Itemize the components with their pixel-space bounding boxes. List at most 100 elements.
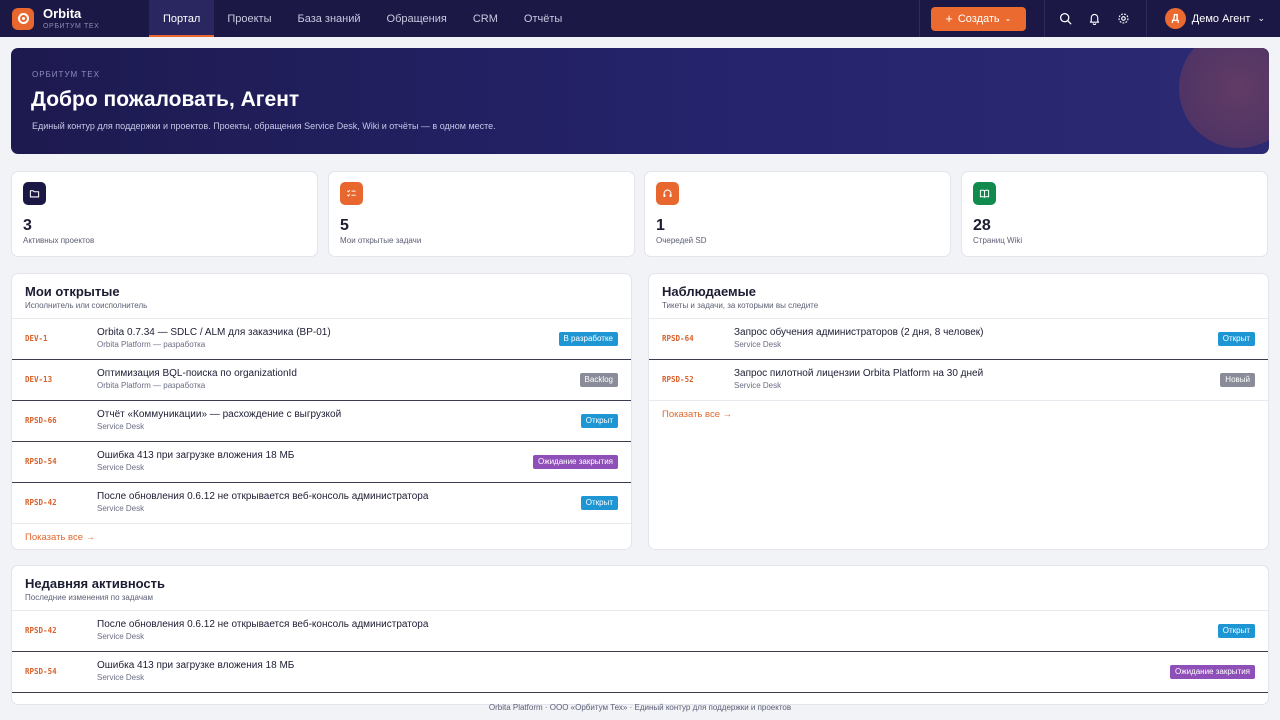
issue-key[interactable]: DEV-1 [25, 334, 48, 343]
issue-project: Service Desk [734, 381, 782, 390]
chevron-down-icon: ⌄ [1004, 14, 1012, 23]
stat-card-sd-queues[interactable]: 1 Очередей SD [644, 171, 951, 257]
search-button[interactable] [1051, 0, 1080, 37]
stat-label: Очередей SD [656, 236, 707, 245]
issue-key[interactable]: RPSD-42 [25, 498, 57, 507]
panel-subtitle: Последние изменения по задачам [25, 593, 153, 602]
brand[interactable]: Orbita ОРБИТУМ ТЕХ [0, 0, 149, 37]
divider [1145, 0, 1147, 37]
issue-project: Service Desk [97, 504, 145, 513]
table-row[interactable]: RPSD-54 Ошибка 413 при загрузке вложения… [12, 442, 631, 483]
divider [1043, 0, 1045, 37]
panel-subtitle: Тикеты и задачи, за которыми вы следите [662, 301, 819, 310]
issue-project: Service Desk [97, 632, 145, 641]
headset-icon [656, 182, 679, 205]
issue-project: Service Desk [97, 422, 145, 431]
issue-title[interactable]: Запрос обучения администраторов (2 дня, … [734, 327, 984, 338]
nav-item-projects[interactable]: Проекты [214, 0, 284, 37]
footer-text: Orbita Platform · ООО «Орбитум Тех» · Ед… [488, 703, 792, 712]
stat-label: Страниц Wiki [973, 236, 1023, 245]
banner-description: Единый контур для поддержки и проектов. … [32, 121, 496, 131]
issue-title[interactable]: Orbita 0.7.34 — SDLC / ALM для заказчика… [97, 327, 331, 338]
watched-panel: Наблюдаемые Тикеты и задачи, за которыми… [648, 273, 1269, 550]
my-open-panel: Мои открытые Исполнитель или соисполните… [11, 273, 632, 550]
show-all-link[interactable]: Показать все → [649, 401, 1268, 428]
issue-title[interactable]: Отчёт «Коммуникации» — расхождение с выг… [97, 409, 341, 420]
book-icon [973, 182, 996, 205]
status-badge: Открыт [1217, 624, 1255, 638]
issue-title[interactable]: После обновления 0.6.12 не открывается в… [97, 491, 428, 502]
user-name: Демо Агент [1191, 12, 1251, 25]
table-row[interactable]: RPSD-64 Запрос обучения администраторов … [649, 319, 1268, 360]
issue-key[interactable]: RPSD-66 [25, 416, 57, 425]
folder-icon [23, 182, 46, 205]
panel-title: Наблюдаемые [662, 284, 757, 299]
settings-button[interactable] [1109, 0, 1138, 37]
stat-value: 1 [656, 217, 665, 234]
nav-item-reports[interactable]: Отчёты [511, 0, 575, 37]
stat-card-wiki[interactable]: 28 Страниц Wiki [961, 171, 1268, 257]
table-row[interactable]: DEV-1 Orbita 0.7.34 — SDLC / ALM для зак… [12, 319, 631, 360]
status-badge: Ожидание закрытия [533, 455, 618, 469]
avatar: Д [1164, 8, 1186, 29]
bell-icon [1089, 13, 1099, 25]
status-badge: Открыт [1217, 332, 1255, 346]
stat-value: 5 [340, 217, 349, 234]
issue-project: Service Desk [97, 673, 145, 682]
create-button[interactable]: + Создать ⌄ [930, 6, 1026, 31]
panel-title: Мои открытые [25, 284, 120, 299]
banner-kicker: ОРБИТУМ ТЕХ [32, 70, 100, 79]
issue-project: Service Desk [97, 463, 145, 472]
table-row[interactable]: RPSD-52 Запрос пилотной лицензии Orbita … [649, 360, 1268, 401]
status-badge: Backlog [579, 373, 618, 387]
stat-card-tasks[interactable]: 5 Мои открытые задачи [328, 171, 635, 257]
issue-title[interactable]: Запрос пилотной лицензии Orbita Platform… [734, 368, 983, 379]
nav-item-requests[interactable]: Обращения [374, 0, 460, 37]
search-icon [1059, 12, 1072, 25]
stat-card-projects[interactable]: 3 Активных проектов [11, 171, 318, 257]
issue-key[interactable]: RPSD-54 [25, 457, 57, 466]
brand-subtitle: ОРБИТУМ ТЕХ [43, 23, 100, 30]
table-row[interactable]: RPSD-54 Ошибка 413 при загрузке вложения… [12, 652, 1268, 693]
issue-key[interactable]: RPSD-52 [662, 375, 694, 384]
table-row[interactable]: RPSD-42 После обновления 0.6.12 не откры… [12, 611, 1268, 652]
tasks-icon [340, 182, 363, 205]
issue-project: Orbita Platform — разработка [97, 381, 206, 390]
nav-item-portal[interactable]: Портал [149, 0, 215, 37]
table-row[interactable]: RPSD-66 Отчёт «Коммуникации» — расхожден… [12, 401, 631, 442]
gear-icon [1118, 13, 1129, 24]
issue-key[interactable]: DEV-13 [25, 375, 52, 384]
issue-title[interactable]: После обновления 0.6.12 не открывается в… [97, 619, 428, 630]
main-nav: Портал Проекты База знаний Обращения CRM… [149, 0, 575, 37]
status-badge: Ожидание закрытия [1170, 665, 1255, 679]
stat-value: 28 [973, 217, 991, 234]
notifications-button[interactable] [1080, 0, 1109, 37]
brand-name: Orbita [43, 6, 82, 21]
user-menu[interactable]: Д Демо Агент ⌄ [1155, 0, 1280, 37]
status-badge: В разработке [558, 332, 618, 346]
decorative-circle [1179, 48, 1269, 148]
issue-key[interactable]: RPSD-54 [25, 667, 57, 676]
nav-item-knowledge-base[interactable]: База знаний [285, 0, 374, 37]
create-button-label: Создать [957, 12, 1000, 25]
top-navigation-bar: Orbita ОРБИТУМ ТЕХ Портал Проекты База з… [0, 0, 1280, 37]
nav-item-crm[interactable]: CRM [460, 0, 511, 37]
issue-title[interactable]: Ошибка 413 при загрузке вложения 18 МБ [97, 450, 294, 461]
welcome-banner: ОРБИТУМ ТЕХ Добро пожаловать, Агент Един… [11, 48, 1269, 154]
panel-subtitle: Исполнитель или соисполнитель [25, 301, 148, 310]
issue-project: Orbita Platform — разработка [97, 340, 206, 349]
issue-key[interactable]: RPSD-64 [662, 334, 694, 343]
page-title: Добро пожаловать, Агент [31, 88, 300, 111]
issue-title[interactable]: Оптимизация BQL-поиска по organizationId [97, 368, 297, 379]
divider [918, 0, 920, 37]
table-row[interactable]: RPSD-42 После обновления 0.6.12 не откры… [12, 483, 631, 524]
chevron-down-icon: ⌄ [1257, 13, 1265, 23]
show-all-link[interactable]: Показать все → [12, 524, 631, 549]
table-row[interactable]: DEV-13 Оптимизация BQL-поиска по organiz… [12, 360, 631, 401]
orbita-logo-icon [12, 7, 34, 30]
status-badge: Новый [1220, 373, 1255, 387]
issue-title[interactable]: Ошибка 413 при загрузке вложения 18 МБ [97, 660, 294, 671]
issue-key[interactable]: RPSD-42 [25, 626, 57, 635]
plus-icon: + [945, 11, 953, 26]
status-badge: Открыт [580, 414, 618, 428]
